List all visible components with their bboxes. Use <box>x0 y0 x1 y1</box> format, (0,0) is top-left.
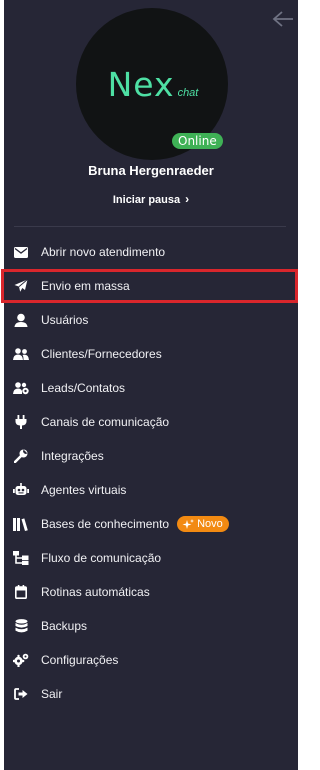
new-badge: Novo <box>177 516 229 532</box>
menu-item-label: Fluxo de comunicação <box>41 551 162 565</box>
divider <box>14 226 286 227</box>
plug-icon <box>13 414 29 430</box>
nexchat-logo: Nex chat <box>108 65 199 104</box>
sign-out-icon <box>13 686 29 702</box>
menu-item-label: Integrações <box>41 449 104 463</box>
menu-item-label: Leads/Contatos <box>41 381 126 395</box>
menu-item-integracoes[interactable]: Integrações <box>4 439 298 473</box>
menu-item-rotinas-automaticas[interactable]: Rotinas automáticas <box>4 575 298 609</box>
sparkle-icon <box>182 518 195 530</box>
menu-item-envio-em-massa[interactable]: Envio em massa <box>1 269 298 303</box>
envelope-icon <box>13 244 29 260</box>
logo-main-text: Nex <box>107 64 175 104</box>
menu-item-leads-contatos[interactable]: Leads/Contatos <box>4 371 298 405</box>
wrench-icon <box>13 448 29 464</box>
users-icon <box>13 346 29 362</box>
menu-item-label: Agentes virtuais <box>41 483 127 497</box>
menu-item-clientes-fornecedores[interactable]: Clientes/Fornecedores <box>4 337 298 371</box>
sitemap-icon <box>13 550 29 566</box>
menu-item-label: Canais de comunicação <box>41 415 170 429</box>
menu: Abrir novo atendimento Envio em massa Us… <box>1 235 298 711</box>
menu-item-label: Envio em massa <box>41 279 130 293</box>
paper-plane-icon <box>13 278 29 294</box>
menu-item-configuracoes[interactable]: Configurações <box>4 643 298 677</box>
chevron-right-icon: › <box>185 192 190 206</box>
new-badge-label: Novo <box>197 518 223 530</box>
database-icon <box>13 618 29 634</box>
menu-item-label: Configurações <box>41 653 119 667</box>
start-pause-button[interactable]: Iniciar pausa › <box>4 192 298 206</box>
menu-item-label: Bases de conhecimento <box>41 517 170 531</box>
calendar-icon <box>13 584 29 600</box>
menu-item-sair[interactable]: Sair <box>4 677 298 711</box>
books-icon <box>13 516 29 532</box>
users-cog-icon <box>13 380 29 396</box>
menu-item-label: Sair <box>41 687 63 701</box>
menu-item-usuarios[interactable]: Usuários <box>4 303 298 337</box>
logo-sub-text: chat <box>177 86 199 99</box>
menu-item-canais-de-comunicacao[interactable]: Canais de comunicação <box>4 405 298 439</box>
menu-item-bases-de-conhecimento[interactable]: Bases de conhecimento Novo <box>4 507 298 541</box>
menu-item-agentes-virtuais[interactable]: Agentes virtuais <box>4 473 298 507</box>
user-name: Bruna Hergenraeder <box>88 163 214 178</box>
back-button[interactable] <box>269 6 297 32</box>
menu-item-backups[interactable]: Backups <box>4 609 298 643</box>
menu-item-label: Abrir novo atendimento <box>41 245 166 259</box>
menu-item-label: Backups <box>41 619 88 633</box>
menu-item-label: Rotinas automáticas <box>41 585 150 599</box>
menu-item-label: Usuários <box>41 313 89 327</box>
menu-item-label: Clientes/Fornecedores <box>41 347 162 361</box>
robot-icon <box>13 482 29 498</box>
arrow-left-icon <box>272 10 294 28</box>
cogs-icon <box>13 652 29 668</box>
user-icon <box>13 312 29 328</box>
menu-item-abrir-novo-atendimento[interactable]: Abrir novo atendimento <box>4 235 298 269</box>
pause-label: Iniciar pausa <box>112 194 181 206</box>
sidebar: Nex chat Online Bruna Hergenraeder Inici… <box>1 0 298 770</box>
status-badge: Online <box>172 133 223 149</box>
menu-item-fluxo-de-comunicacao[interactable]: Fluxo de comunicação <box>4 541 298 575</box>
